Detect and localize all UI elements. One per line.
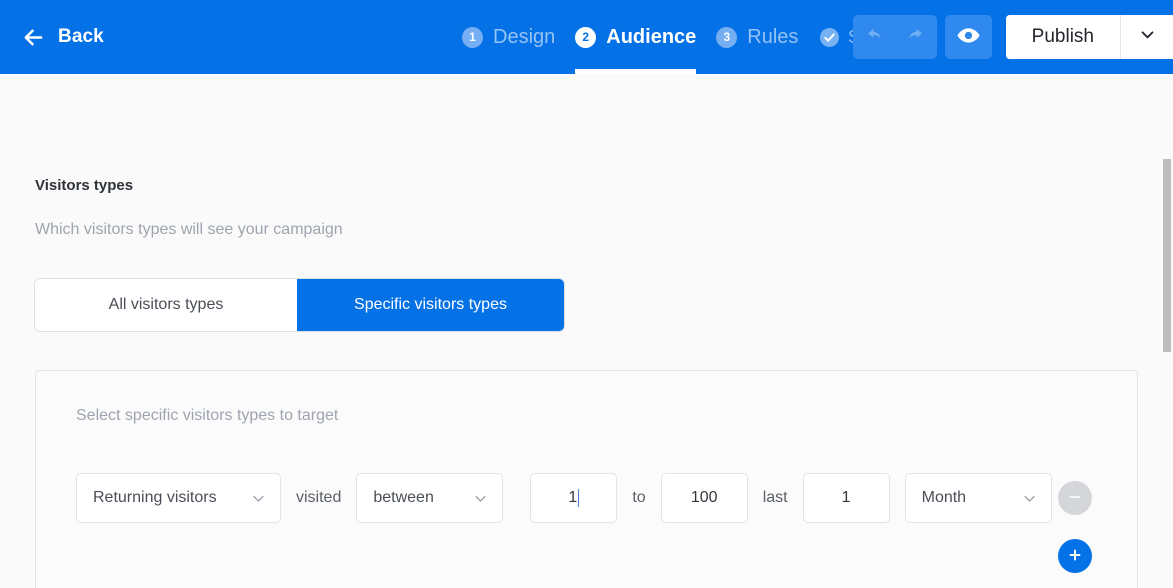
- plus-icon: [1066, 546, 1084, 567]
- check-circle-icon: [820, 27, 839, 47]
- publish-group: Publish: [1005, 15, 1173, 59]
- remove-rule-button[interactable]: [1058, 481, 1092, 515]
- step-rules-label: Rules: [747, 25, 799, 48]
- step-rules-number: 3: [716, 26, 738, 48]
- undo-button[interactable]: [857, 15, 895, 59]
- arrow-left-icon: [22, 26, 45, 49]
- step-nav: 1 Design 2 Audience 3 Rules: [452, 0, 808, 74]
- text-cursor: [578, 489, 580, 507]
- page-title: Visitors types: [35, 177, 134, 194]
- visitor-type-select[interactable]: Returning visitors: [76, 473, 281, 523]
- step-design-number: 1: [462, 26, 483, 48]
- undo-arrow-icon: [865, 25, 887, 50]
- chevron-down-icon: [251, 491, 266, 506]
- operator-select[interactable]: between: [356, 473, 504, 523]
- audience-rule-row: Returning visitors visited between 1 to …: [76, 473, 1052, 523]
- to-value-input[interactable]: 100: [660, 473, 748, 523]
- to-label: to: [632, 489, 646, 506]
- from-value-input[interactable]: 1: [530, 473, 618, 523]
- duration-value-text: 1: [841, 489, 851, 506]
- visited-label: visited: [296, 489, 342, 506]
- from-value-text: 1: [568, 489, 578, 506]
- chevron-down-icon: [1139, 26, 1156, 48]
- step-design-label: Design: [493, 25, 556, 48]
- vertical-scrollbar[interactable]: [1160, 74, 1173, 588]
- preview-button[interactable]: [944, 15, 992, 59]
- step-design[interactable]: 1 Design: [452, 0, 565, 74]
- period-select[interactable]: Month: [904, 473, 1052, 523]
- step-audience[interactable]: 2 Audience: [565, 0, 706, 74]
- redo-arrow-icon: [903, 25, 925, 50]
- publish-button[interactable]: Publish: [1005, 15, 1120, 59]
- back-label: Back: [58, 26, 104, 47]
- scrollbar-thumb[interactable]: [1163, 159, 1171, 352]
- duration-value-input[interactable]: 1: [802, 473, 890, 523]
- tab-specific-visitors-types[interactable]: Specific visitors types: [297, 279, 564, 331]
- undo-redo-group: [852, 15, 937, 59]
- step-audience-label: Audience: [606, 25, 697, 48]
- add-rule-button[interactable]: [1058, 539, 1092, 573]
- visitor-type-segmented-control: All visitors types Specific visitors typ…: [35, 279, 564, 331]
- publish-dropdown-button[interactable]: [1120, 15, 1173, 59]
- app-header: Back 1 Design 2 Audience 3 Rules Publish: [0, 0, 1173, 74]
- page-subtitle: Which visitors types will see your campa…: [35, 221, 343, 238]
- step-rules[interactable]: 3 Rules: [706, 0, 808, 74]
- visitor-type-select-value: Returning visitors: [93, 489, 217, 506]
- redo-button[interactable]: [895, 15, 933, 59]
- specific-visitors-panel: Select specific visitors types to target…: [35, 370, 1138, 588]
- main-content: Visitors types Which visitors types will…: [0, 74, 1173, 588]
- back-button[interactable]: Back: [0, 0, 128, 74]
- operator-select-value: between: [373, 489, 434, 506]
- panel-label: Select specific visitors types to target: [76, 407, 339, 424]
- header-actions: Publish: [852, 0, 1173, 74]
- minus-icon: [1066, 488, 1084, 509]
- tab-all-visitors-types[interactable]: All visitors types: [35, 279, 297, 331]
- to-value-text: 100: [690, 489, 718, 506]
- chevron-down-icon: [1022, 491, 1037, 506]
- last-label: last: [762, 489, 788, 506]
- period-select-value: Month: [921, 489, 967, 506]
- eye-icon: [956, 23, 981, 51]
- chevron-down-icon: [473, 491, 488, 506]
- step-audience-number: 2: [575, 26, 597, 48]
